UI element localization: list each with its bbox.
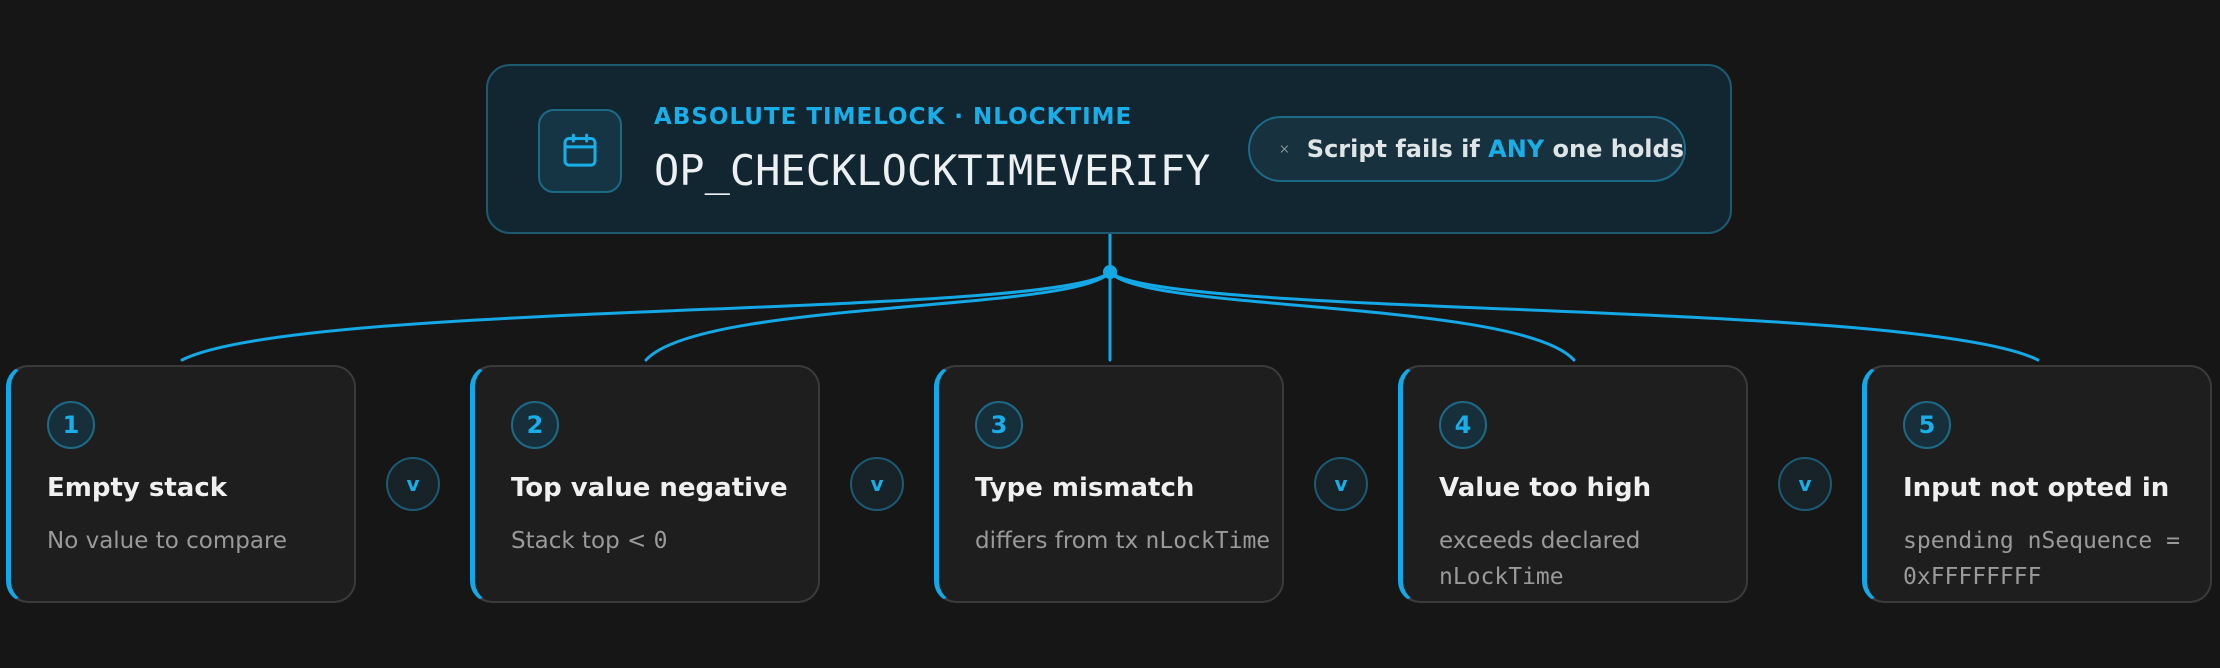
fail-condition-pill: Script fails if ANY one holds — [1248, 116, 1686, 182]
condition-description: differs from tx nLockTime — [975, 528, 1271, 554]
condition-number-badge: 5 — [1903, 401, 1951, 449]
condition-title: Top value negative — [511, 473, 788, 503]
condition-number-badge: 1 — [47, 401, 95, 449]
fail-pill-accent: ANY — [1488, 135, 1545, 163]
condition-title: Input not opted in — [1903, 473, 2170, 503]
condition-title: Empty stack — [47, 473, 228, 503]
connector-1 — [180, 270, 1112, 362]
opcode-title: OP_CHECKLOCKTIMEVERIFY — [654, 146, 1211, 195]
header-card: ABSOLUTE TIMELOCK · NLOCKTIME OP_CHECKLO… — [486, 64, 1732, 234]
condition-card-4: 4 Value too high exceeds declared nLockT… — [1398, 365, 1748, 603]
condition-card-1: 1 Empty stack No value to compare — [6, 365, 356, 603]
condition-description: No value to compare — [47, 528, 288, 554]
condition-description: spending nSequence = 0xFFFFFFFF — [1903, 528, 2180, 590]
or-operator-2: v — [850, 457, 904, 511]
close-icon — [1280, 145, 1288, 153]
fail-pill-text: Script fails if ANY one holds — [1306, 135, 1684, 163]
condition-card-5: 5 Input not opted in spending nSequence … — [1862, 365, 2212, 603]
condition-title: Value too high — [1439, 473, 1652, 503]
or-operator-4: v — [1778, 457, 1832, 511]
condition-card-2: 2 Top value negative Stack top < 0 — [470, 365, 820, 603]
condition-number-badge: 2 — [511, 401, 559, 449]
condition-number-badge: 4 — [1439, 401, 1487, 449]
header-eyebrow: ABSOLUTE TIMELOCK · NLOCKTIME — [654, 104, 1133, 130]
diagram-stage: ABSOLUTE TIMELOCK · NLOCKTIME OP_CHECKLO… — [0, 0, 2220, 668]
condition-title: Type mismatch — [975, 473, 1195, 503]
condition-card-3: 3 Type mismatch differs from tx nLockTim… — [934, 365, 1284, 603]
condition-number-badge: 3 — [975, 401, 1023, 449]
connector-5 — [1108, 270, 2040, 362]
or-operator-1: v — [386, 457, 440, 511]
or-operator-3: v — [1314, 457, 1368, 511]
junction-dot — [1103, 265, 1117, 279]
calendar-icon — [538, 109, 622, 193]
connector-2 — [644, 270, 1112, 362]
condition-description: exceeds declared nLockTime — [1439, 528, 1641, 590]
connector-4 — [1108, 270, 1576, 362]
condition-description: Stack top < 0 — [511, 528, 668, 554]
